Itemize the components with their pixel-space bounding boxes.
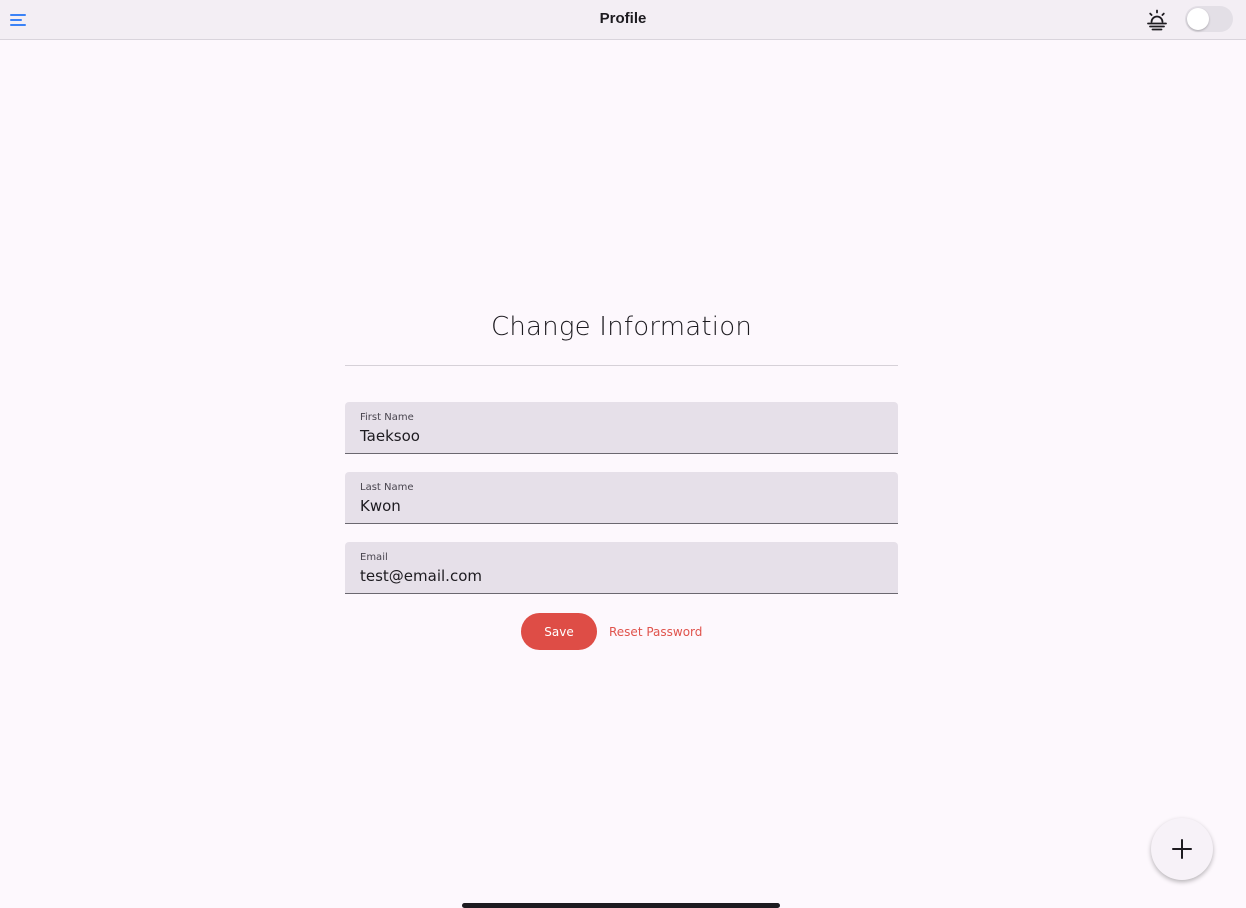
app-bar: Profile: [0, 0, 1246, 40]
menu-button[interactable]: [4, 6, 32, 34]
email-label: Email: [360, 552, 388, 563]
plus-icon: [1172, 839, 1192, 859]
toggle-knob: [1187, 8, 1209, 30]
first-name-label: First Name: [360, 412, 414, 423]
hamburger-menu-icon: [10, 14, 26, 26]
save-button[interactable]: Save: [521, 613, 597, 650]
last-name-label: Last Name: [360, 482, 414, 493]
change-information-form: Change Information First Name Taeksoo La…: [345, 300, 898, 594]
last-name-field[interactable]: Last Name Kwon: [345, 472, 898, 524]
email-value: test@email.com: [360, 567, 482, 585]
add-button[interactable]: [1151, 818, 1213, 880]
first-name-field[interactable]: First Name Taeksoo: [345, 402, 898, 454]
theme-toggle[interactable]: [1185, 6, 1233, 32]
email-field[interactable]: Email test@email.com: [345, 542, 898, 594]
reset-password-button[interactable]: Reset Password: [609, 625, 702, 639]
form-actions: Save Reset Password: [521, 613, 702, 650]
brightness-button[interactable]: [1142, 5, 1172, 35]
form-title: Change Information: [490, 312, 752, 342]
first-name-value: Taeksoo: [360, 427, 420, 445]
last-name-value: Kwon: [360, 497, 401, 515]
brightness-sunrise-icon: [1147, 9, 1167, 31]
page-title: Profile: [599, 10, 647, 27]
title-divider: [345, 365, 898, 366]
